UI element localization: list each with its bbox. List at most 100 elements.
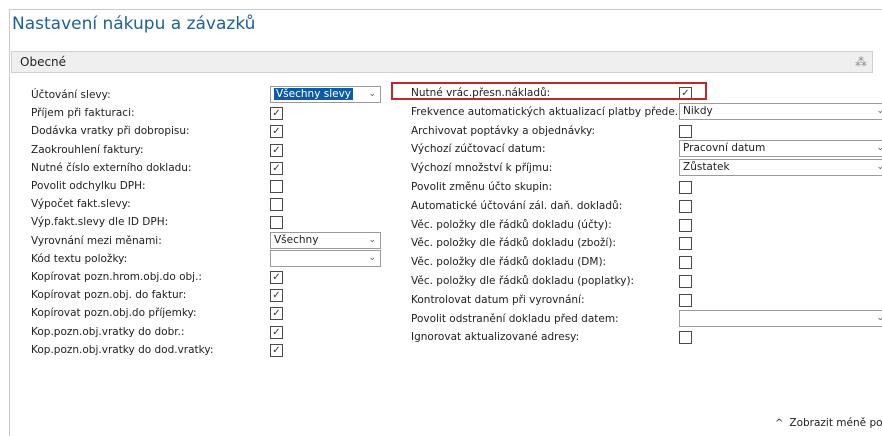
field-zaokrouhleni-faktury: Zaokrouhlení faktury: ✓ [31, 141, 383, 159]
section-header-general[interactable]: Obecné ⁂ [11, 51, 873, 73]
field-label: Dodávka vratky při dobropisu: [31, 125, 190, 138]
field-label: Kopírovat pozn.obj. do faktur: [31, 289, 187, 302]
checkbox-checked[interactable]: ✓ [270, 289, 283, 303]
field-povolit-odstraneni-dokladu-pred-datem: Povolit odstranění dokladu před datem: ⌄ [411, 309, 882, 328]
dropdown-select[interactable]: Nikdy ⌄ [679, 102, 882, 120]
checkbox-checked[interactable]: ✓ [270, 271, 283, 284]
checkbox-checked[interactable]: ✓ [270, 343, 283, 357]
dropdown-select[interactable]: Všechny ⌄ [270, 231, 381, 249]
checkbox-checked[interactable]: ✓ [270, 325, 283, 339]
chevron-down-icon: ⌄ [368, 234, 376, 245]
page-title: Nastavení nákupu a závazků [12, 14, 256, 34]
dropdown-value: Všechny slevy [274, 88, 354, 100]
field-label: Příjem při fakturaci: [31, 107, 135, 120]
field-label: Věc. položky dle řádků dokladu (poplatky… [411, 275, 635, 287]
checkbox[interactable] [679, 331, 692, 345]
field-label: Kop.pozn.obj.vratky do dod.vratky: [31, 343, 214, 356]
field-label: Ignorovat aktualizované adresy: [411, 331, 580, 344]
pin-icon[interactable]: ⁂ [855, 55, 867, 69]
checkbox[interactable] [679, 181, 692, 194]
chevron-down-icon: ⌄ [368, 89, 376, 99]
field-label: Frekvence automatických aktualizací plat… [411, 105, 685, 118]
field-label: Výp.fakt.slevy dle ID DPH: [31, 216, 169, 229]
field-vychozi-zuctovaci-datum: Výchozí zúčtovací datum: Pracovní datum ⌄ [411, 140, 882, 158]
field-label: Věc. položky dle řádků dokladu (účty): [411, 218, 612, 231]
dropdown-value: Pracovní datum [683, 142, 766, 155]
checkbox[interactable] [270, 198, 283, 212]
dropdown-value: Zůstatek [683, 161, 730, 174]
field-label: Povolit odchylku DPH: [31, 180, 146, 192]
field-label: Povolit změnu účto skupin: [411, 181, 553, 193]
field-prijem-pri-fakturaci: Příjem při fakturaci: ✓ [31, 104, 383, 122]
checkbox-checked[interactable]: ✓ [270, 107, 283, 121]
field-label: Kopírovat pozn.hrom.obj.do obj.: [31, 271, 202, 283]
field-label: Účtování slevy: [31, 89, 111, 101]
chevron-down-icon: ⌄ [368, 252, 376, 263]
checkbox-checked[interactable]: ✓ [270, 161, 283, 175]
field-kopirovat-pozn-obj-do-prijemky: Kopírovat pozn.obj.do příjemky: ✓ [31, 304, 383, 322]
highlight-annotation [391, 82, 707, 100]
field-vypocet-fakt-slevy: Výpočet fakt.slevy: [31, 195, 383, 213]
checkbox-checked[interactable]: ✓ [270, 143, 283, 157]
dropdown-select[interactable]: Pracovní datum ⌄ [679, 140, 882, 158]
chevron-down-icon: ⌄ [876, 311, 882, 326]
chevron-down-icon: ⌄ [876, 160, 882, 175]
field-vec-polozky-dle-radku-dokladu-poplatky: Věc. položky dle řádků dokladu (poplatky… [411, 272, 882, 290]
field-label: Věc. položky dle řádků dokladu (zboží): [411, 237, 616, 250]
field-vyrovnani-mezi-menami: Vyrovnání mezi měnami: Všechny ⌄ [31, 231, 383, 250]
field-vec-polozky-dle-radku-dokladu-zbozi: Věc. položky dle řádků dokladu (zboží): [411, 234, 882, 252]
field-kop-pozn-obj-vratky-do-dod-vratky: Kop.pozn.obj.vratky do dod.vratky: ✓ [31, 341, 383, 359]
field-kod-textu-polozky: Kód textu položky: ⌄ [31, 249, 383, 268]
checkbox[interactable] [679, 124, 692, 138]
field-label: Automatické účtování zál. daň. dokladů: [411, 199, 623, 212]
field-archivovat-poptavky-a-objednavky: Archivovat poptávky a objednávky: [411, 122, 882, 140]
dropdown-select[interactable]: ⌄ [270, 249, 381, 267]
checkbox[interactable] [679, 237, 692, 251]
checkbox[interactable] [679, 293, 692, 307]
checkbox[interactable] [679, 275, 692, 288]
field-vychozi-mnozstvi-k-prijmu: Výchozí množství k příjmu: Zůstatek ⌄ [411, 159, 882, 177]
checkbox-checked[interactable]: ✓ [270, 125, 283, 139]
dropdown-value: Všechny [274, 233, 319, 246]
field-label: Kód textu položky: [31, 252, 128, 265]
field-label: Kopírovat pozn.obj.do příjemky: [31, 307, 197, 320]
caret-up-icon: ^ [775, 418, 784, 429]
field-label: Archivovat poptávky a objednávky: [411, 124, 596, 137]
field-ignorovat-aktualizovane-adresy: Ignorovat aktualizované adresy: [411, 328, 882, 346]
field-label: Výchozí množství k příjmu: [411, 162, 553, 175]
checkbox[interactable] [270, 180, 283, 193]
field-kop-pozn-obj-vratky-do-dobr: Kop.pozn.obj.vratky do dobr.: ✓ [31, 323, 383, 341]
field-frekvence-automatickych-aktualizaci-plat: Frekvence automatických aktualizací plat… [411, 102, 882, 121]
field-label: Zaokrouhlení faktury: [31, 143, 144, 156]
field-label: Kontrolovat datum při vyrovnání: [411, 293, 585, 306]
field-label: Výchozí zúčtovací datum: [411, 143, 546, 156]
checkbox-checked[interactable]: ✓ [270, 307, 283, 321]
field-povolit-odchylku-dph: Povolit odchylku DPH: [31, 177, 383, 195]
dropdown-select[interactable]: Všechny slevy ⌄ [270, 86, 381, 103]
field-vec-polozky-dle-radku-dokladu-dm: Věc. položky dle řádků dokladu (DM): [411, 253, 882, 271]
dropdown-select[interactable]: ⌄ [679, 309, 882, 327]
show-less-link[interactable]: ^ Zobrazit méně po [775, 417, 882, 429]
field-label: Kop.pozn.obj.vratky do dobr.: [31, 325, 185, 338]
section-title: Obecné [20, 55, 67, 69]
field-uctovani-slevy: Účtování slevy: Všechny slevy ⌄ [31, 86, 383, 104]
checkbox[interactable] [270, 216, 283, 230]
field-dodavka-vratky-pri-dobropisu: Dodávka vratky při dobropisu: ✓ [31, 122, 383, 140]
field-label: Výpočet fakt.slevy: [31, 198, 131, 211]
field-nutne-cislo-externiho-dokladu: Nutné číslo externího dokladu: ✓ [31, 159, 383, 177]
dropdown-value: Nikdy [683, 104, 713, 117]
field-vec-polozky-dle-radku-dokladu-ucty: Věc. položky dle řádků dokladu (účty): [411, 216, 882, 234]
checkbox[interactable] [679, 218, 692, 232]
field-label: Povolit odstranění dokladu před datem: [411, 312, 619, 325]
checkbox[interactable] [679, 199, 692, 213]
chevron-down-icon: ⌄ [876, 104, 882, 119]
checkbox[interactable] [679, 256, 692, 270]
dropdown-select[interactable]: Zůstatek ⌄ [679, 159, 882, 177]
show-less-label: Zobrazit méně po [789, 417, 882, 429]
field-kopirovat-pozn-hrom-obj-do-obj: Kopírovat pozn.hrom.obj.do obj.: ✓ [31, 268, 383, 286]
field-label: Věc. položky dle řádků dokladu (DM): [411, 256, 607, 269]
field-label: Nutné číslo externího dokladu: [31, 161, 192, 174]
field-kontrolovat-datum-pri-vyrovnani: Kontrolovat datum při vyrovnání: [411, 291, 882, 309]
field-kopirovat-pozn-obj-do-faktur: Kopírovat pozn.obj. do faktur: ✓ [31, 286, 383, 304]
chevron-down-icon: ⌄ [876, 141, 882, 156]
